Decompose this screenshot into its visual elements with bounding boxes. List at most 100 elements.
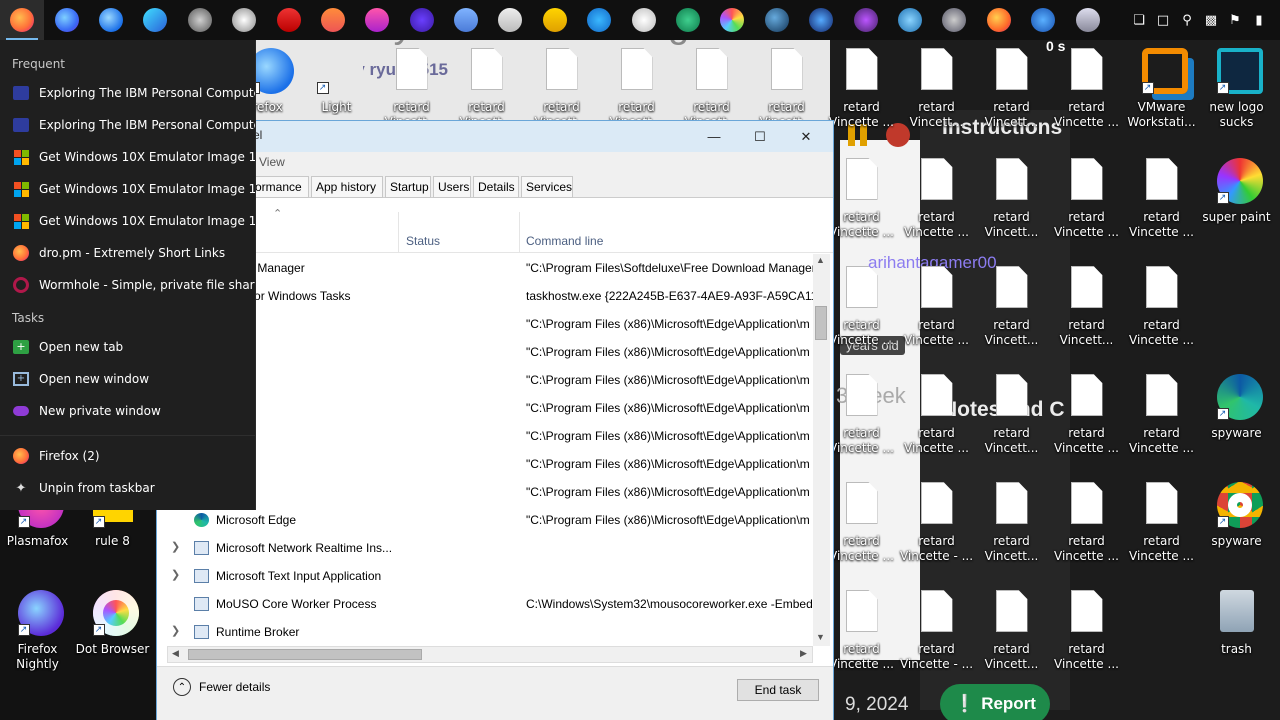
desktop-icon[interactable]: retard Vincette ... [1049, 156, 1124, 261]
scroll-right-icon[interactable]: ▶ [800, 648, 807, 659]
desktop-icon[interactable]: retard Vincette ... [1124, 156, 1199, 261]
desktop-icon[interactable]: retard Vincette ... [1049, 46, 1124, 151]
desktop-icon[interactable]: retard Vincette ... [1049, 588, 1124, 693]
taskbar-button[interactable] [178, 0, 222, 40]
process-row[interactable]: ❯ Microsoft Text Input Application [157, 562, 815, 590]
process-row[interactable]: MoUSO Core Worker Process C:\Windows\Syst… [157, 590, 815, 618]
end-task-button[interactable]: End task [737, 679, 819, 701]
taskbar-button[interactable] [710, 0, 754, 40]
desktop-icon[interactable]: retard Vincette ... [899, 372, 974, 477]
desktop-icon[interactable]: retard Vincett... [974, 156, 1049, 261]
tab-startup[interactable]: Startup [385, 176, 431, 198]
flag-icon[interactable]: ⚑ [1224, 9, 1246, 31]
taskbar-button[interactable] [222, 0, 266, 40]
search-icon[interactable]: ⚲ [1176, 9, 1198, 31]
column-command-line[interactable]: Command line [526, 234, 603, 248]
fewer-details-button[interactable]: ⌃ Fewer details [173, 678, 270, 696]
desktop-icon[interactable]: retard Vincett... [974, 372, 1049, 477]
scroll-up-icon[interactable]: ▲ [816, 255, 825, 265]
desktop-icon[interactable]: retard Vincette ... [824, 264, 899, 369]
expand-chevron-icon[interactable]: ❯ [171, 568, 180, 581]
taskbar-button[interactable] [355, 0, 399, 40]
desktop-icon[interactable]: retard Vincett... [974, 480, 1049, 585]
desktop-icon[interactable]: retard Vincette ... [824, 156, 899, 261]
desktop-icon[interactable]: retard Vincett... [974, 46, 1049, 151]
square-icon[interactable]: □ [1152, 9, 1174, 31]
tab-details[interactable]: Details [473, 176, 519, 198]
minimize-button[interactable]: — [691, 121, 737, 152]
desktop-icon[interactable]: ↗ Firefox Nightly [0, 588, 75, 693]
desktop-icon[interactable]: retard Vincette ... [824, 588, 899, 693]
desktop-icon[interactable]: retard Vincette ... [1124, 480, 1199, 585]
expand-chevron-icon[interactable]: ❯ [171, 624, 180, 637]
process-row[interactable]: Microsoft Edge "C:\Program Files (x86)\Mi… [157, 506, 815, 534]
jump-list-item[interactable]: Wormhole - Simple, private file sharing [0, 269, 255, 301]
taskbar-button[interactable] [533, 0, 577, 40]
h-scrollbar-thumb[interactable] [188, 649, 422, 660]
jump-list-item[interactable]: + Open new tab [0, 331, 255, 363]
scroll-left-icon[interactable]: ◀ [172, 648, 179, 659]
desktop-icon[interactable]: retard Vincette ... [824, 46, 899, 151]
taskbar-button[interactable] [977, 0, 1021, 40]
jump-list-item[interactable]: ✦ Unpin from taskbar [0, 472, 255, 504]
taskbar-button[interactable] [133, 0, 177, 40]
desktop-icon[interactable]: retard Vincette ... [824, 372, 899, 477]
tab-users[interactable]: Users [433, 176, 471, 198]
column-separator[interactable] [519, 212, 520, 252]
taskbar-button[interactable] [400, 0, 444, 40]
desktop-icon[interactable]: retard Vincette ... [1049, 372, 1124, 477]
desktop-icon[interactable]: ↗ new logo sucks [1199, 46, 1274, 151]
battery-icon[interactable]: ▮ [1248, 9, 1270, 31]
desktop-icon[interactable]: retard Vincette ... [1049, 480, 1124, 585]
maximize-button[interactable]: ☐ [737, 121, 783, 152]
taskbar-button[interactable] [0, 0, 45, 40]
taskbar-button[interactable] [44, 0, 88, 40]
desktop-icon[interactable]: retard Vincette ... [1124, 372, 1199, 477]
desktop-icon[interactable]: retard Vincett... [974, 588, 1049, 693]
title-bar[interactable]: el — ☐ ✕ [157, 121, 833, 152]
scrollbar-thumb[interactable] [815, 306, 827, 340]
taskbar-button[interactable] [1021, 0, 1065, 40]
process-row[interactable]: ❯ Microsoft Network Realtime Ins... [157, 534, 815, 562]
close-button[interactable]: ✕ [783, 121, 829, 152]
expand-chevron-icon[interactable]: ❯ [171, 540, 180, 553]
desktop-icon[interactable]: ↗ spyware [1199, 372, 1274, 477]
taskbar-button[interactable] [621, 0, 665, 40]
taskbar-button[interactable] [799, 0, 843, 40]
desktop-icon[interactable]: retard Vincette ... [899, 264, 974, 369]
taskbar-button[interactable] [311, 0, 355, 40]
scroll-down-icon[interactable]: ▼ [816, 632, 825, 642]
taskbar-button[interactable] [666, 0, 710, 40]
sort-up-icon[interactable]: ⌃ [273, 207, 282, 220]
vertical-scrollbar[interactable]: ▲ ▼ [813, 254, 830, 646]
taskbar-button[interactable] [843, 0, 887, 40]
jump-list-item[interactable]: Exploring The IBM Personal Computer... [0, 77, 255, 109]
taskbar-button[interactable] [888, 0, 932, 40]
desktop-icon[interactable]: ↗ super paint [1199, 156, 1274, 261]
taskbar-button[interactable] [488, 0, 532, 40]
taskbar-button[interactable] [932, 0, 976, 40]
column-status[interactable]: Status [406, 234, 440, 248]
taskbar-button[interactable] [444, 0, 488, 40]
jump-list-item[interactable]: dro.pm - Extremely Short Links [0, 237, 255, 269]
desktop-icon[interactable]: retard Vincette - ... [899, 588, 974, 693]
desktop-icon[interactable]: ↗ VMware Workstati... [1124, 46, 1199, 151]
desktop-icon[interactable]: trash [1199, 588, 1274, 693]
desktop-icon[interactable]: retard Vincett... [899, 46, 974, 151]
taskbar-button[interactable] [89, 0, 133, 40]
jump-list-item[interactable]: Get Windows 10X Emulator Image 10.... [0, 205, 255, 237]
window-icon[interactable]: ❏ [1128, 9, 1150, 31]
desktop-icon[interactable]: retard Vincette ... [899, 156, 974, 261]
jump-list-item[interactable]: + Open new window [0, 363, 255, 395]
jump-list-item[interactable]: Get Windows 10X Emulator Image 10.... [0, 173, 255, 205]
tab-performance[interactable]: ormance [251, 176, 309, 198]
desktop-icon[interactable]: retard Vincett... [1049, 264, 1124, 369]
desktop-icon[interactable]: retard Vincette ... [1124, 264, 1199, 369]
jump-list-item[interactable]: New private window [0, 395, 255, 427]
menu-view[interactable]: View [259, 155, 285, 169]
jump-list-item[interactable]: Get Windows 10X Emulator Image 10.... [0, 141, 255, 173]
tab-app-history[interactable]: App history [311, 176, 383, 198]
desktop-icon[interactable]: retard Vincett... [974, 264, 1049, 369]
taskbar-button[interactable] [755, 0, 799, 40]
jump-list-item[interactable]: Exploring The IBM Personal Computer... [0, 109, 255, 141]
